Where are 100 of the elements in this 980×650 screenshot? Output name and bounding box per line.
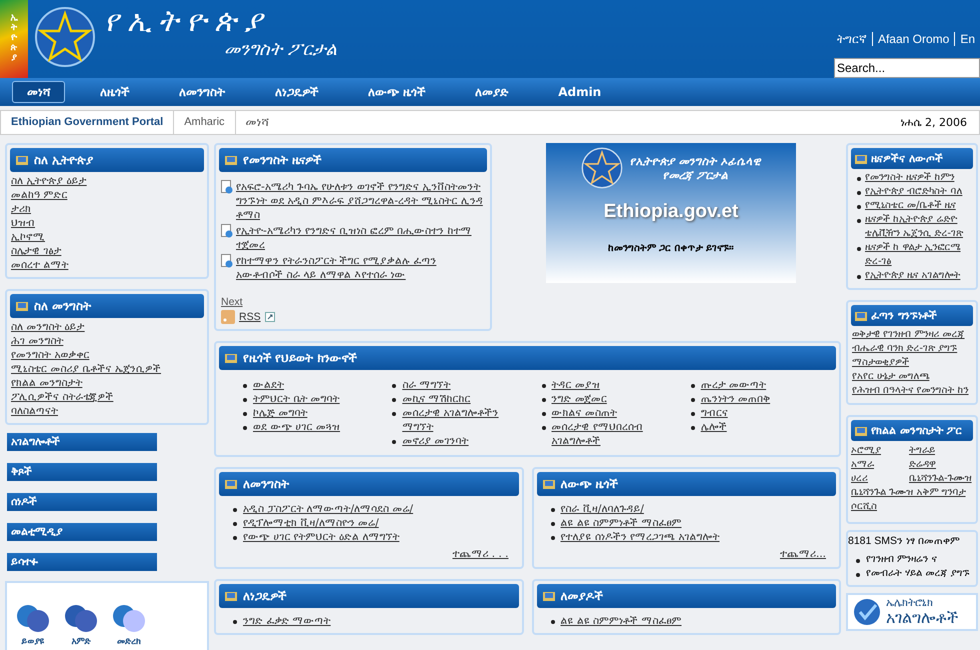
quick-link[interactable]: ማስታወቂያዎች <box>852 356 973 370</box>
bullet-icon <box>550 508 554 512</box>
life-event-link[interactable]: ንግድ መጀመር <box>552 392 607 406</box>
menu-item[interactable]: ቅጾች <box>7 463 157 481</box>
nav-tab[interactable]: ለውጭ ዜጎች <box>353 81 440 103</box>
region-link[interactable]: ቤኒሻንጉል-ጉሙዝ <box>909 473 972 484</box>
life-event-link[interactable]: ኮሌጅ መግባት <box>253 406 308 420</box>
news-source-link[interactable]: የሚኒስቴር መ/ቤቶች ዜና <box>865 199 956 213</box>
quick-link[interactable]: የአየር ሁኔታ መግለጫ <box>852 370 973 384</box>
menu-item[interactable]: አገልግሎቶች <box>7 433 157 451</box>
news-link[interactable]: የአፍሮ-አሜሪካ ጉባኤ የሁለቱን ወገኖች የንግድና ኢንቨስትመንት ግንኙነት ወደ አዲስ ምእራፍ ያሸጋግረዋል-ረዳት ሚኒስትር ሊንዳ ቶማስ <box>236 180 485 222</box>
nav-tab[interactable]: ለመያድ <box>460 81 524 103</box>
folder-icon <box>16 154 28 166</box>
speech-bubbles-icon <box>111 603 147 635</box>
life-event-link[interactable]: ትዳር መያዝ <box>552 378 600 392</box>
sidebar-link[interactable]: ስለ ኢትዮጵያ ዕይታ <box>11 174 204 188</box>
news-source-link[interactable]: የኢትዮጵያ ዜና አገልግሎት <box>865 269 960 283</box>
nav-tab[interactable]: ለመንግስት <box>164 81 240 103</box>
section-link[interactable]: የውጭ ሀገር የትምህርት ዕድል ለማግኘት <box>243 530 400 544</box>
document-icon <box>221 224 233 238</box>
news-source-link[interactable]: የኢትዮጵያ ብሮድካስት ባለ <box>865 185 962 199</box>
bullet-icon <box>550 620 554 624</box>
emblem-check-icon <box>852 597 882 627</box>
menu-item[interactable]: መልቲሚዲያ <box>7 523 157 541</box>
folder-icon <box>225 154 237 166</box>
section-link[interactable]: ልዩ ልዩ ስምምነቶች ማስፈፀም <box>560 614 682 628</box>
sidebar-link[interactable]: ሚኒስቴር መስሪያ ቤቶችና ኤጀንሲዎች <box>11 362 204 376</box>
life-event-link[interactable]: ውክልና መስጠት <box>552 406 617 420</box>
news-source-link[interactable]: ዜናዎች ከኢትዮጵያ ሬድዮ ቴሌቪዥን ኤጀንሲ ድረ-ገጽ <box>865 213 963 241</box>
breadcrumb-link[interactable]: Amharic <box>174 111 236 134</box>
section-link[interactable]: የዲፕሎማቲክ ቪዛ/ለማስዮን መሬ/ <box>243 516 379 530</box>
news-link[interactable]: የከተማዋን የትራንስፖርት ችግር የሚያቃልሉ ፈጣን አውቶብሶች ስራ ላይ ለማዋል እየተሰራ ነው <box>236 254 485 282</box>
life-event-link[interactable]: ጤንነትን መጠበቅ <box>700 392 770 406</box>
region-link[interactable]: ድሬዳዋ <box>909 459 936 470</box>
language-link[interactable]: ትግርኛ <box>832 32 872 46</box>
menu-item[interactable]: ይሳተፉ <box>7 553 157 571</box>
language-link[interactable]: En <box>954 32 980 46</box>
nav-tab[interactable]: Admin <box>543 81 616 103</box>
sidebar-link[interactable]: መልከዓ ምድር <box>11 188 204 202</box>
forum-link[interactable]: አምድ <box>63 603 99 647</box>
sidebar-link[interactable]: ስለ መንግስት ዕይታ <box>11 320 204 334</box>
sidebar-link[interactable]: ህዝብ <box>11 216 204 230</box>
life-event-link[interactable]: መሰረታዊ አገልግሎቶችን ማግኘት <box>402 406 528 434</box>
sidebar-link[interactable]: የክልል መንግስታት <box>11 376 204 390</box>
bullet-icon <box>550 536 554 540</box>
search-field[interactable]: Search... <box>834 58 980 78</box>
life-event-link[interactable]: ስራ ማግኘት <box>402 378 451 392</box>
news-source-link[interactable]: የመንግስት ዜናዎች ከምን <box>865 171 954 185</box>
breadcrumb-link[interactable]: መነሻ <box>236 111 279 134</box>
nav-tab[interactable]: ለነጋዴዎች <box>260 81 333 103</box>
sidebar-link[interactable]: የመንግስት አወቃቀር <box>11 348 204 362</box>
life-event-link[interactable]: ወደ ውጭ ሀገር መጓዝ <box>253 420 340 434</box>
sidebar-link[interactable]: ታሪክ <box>11 202 204 216</box>
forum-link[interactable]: ይወያዩ <box>15 603 51 647</box>
breadcrumb-link[interactable]: Ethiopian Government Portal <box>1 111 174 134</box>
life-event-link[interactable]: መኖሪያ መገንባት <box>402 434 469 448</box>
site-title: የኢትዮጵያ <box>104 4 271 39</box>
region-link[interactable]: ቤኒሻንጉል ጉሙዝ አቅም ግንባታ <box>851 487 966 498</box>
quick-link[interactable]: ብሔራዊ ባንክ ድረ-ገጽ ያግኙ <box>852 342 973 356</box>
section-link[interactable]: የተለያዩ ሰነዶችን የማረጋገጫ አገልግሎት <box>560 530 720 544</box>
document-icon <box>221 254 233 268</box>
region-link[interactable]: ትግራይ <box>909 445 935 456</box>
more-link[interactable]: ተጨማሪ... <box>780 548 826 560</box>
sidebar-link[interactable]: ስሌታዊ ገፅታ <box>11 244 204 258</box>
region-link[interactable]: ሀረሪ <box>851 473 868 484</box>
region-link[interactable]: አማራ <box>851 459 874 470</box>
bullet-icon <box>856 559 860 563</box>
life-event-link[interactable]: ውልደት <box>253 378 284 392</box>
life-event-link[interactable]: ግብርና <box>700 406 728 420</box>
life-event-link[interactable]: ሌሎች <box>700 420 727 434</box>
section-link[interactable]: የስራ ቪዛ/ለባለጉዳይ/ <box>560 502 644 516</box>
nav-tab[interactable]: ለዜጎች <box>85 81 144 103</box>
sidebar-link[interactable]: መሰረተ ልማት <box>11 258 204 272</box>
section-link[interactable]: አዲስ ፓስፖርት ለማውጣት/ለማሳደስ መሬ/ <box>243 502 414 516</box>
life-event-link[interactable]: ጡረታ መውጣት <box>700 378 766 392</box>
menu-item[interactable]: ሰነዶች <box>7 493 157 511</box>
region-link[interactable]: ኦሮሚያ <box>851 445 881 456</box>
quick-link[interactable]: ወቅታዊ የገንዘብ ምንዛሪ መረጃ <box>852 328 973 342</box>
sidebar-link[interactable]: ሕገ መንግስት <box>11 334 204 348</box>
news-source-link[interactable]: ዜናዎች ከ ዋልታ ኢንፎርሜ ድረ-ገፅ <box>865 241 961 269</box>
more-link[interactable]: ተጨማሪ . . . <box>452 548 508 560</box>
sidebar-link[interactable]: ኢኮኖሚ <box>11 230 204 244</box>
news-link[interactable]: የኢትዮ-አሜሪካን የንግድና ቢዝነስ ፎረም በሒውስተን ከተማ ተጀመረ <box>236 224 485 252</box>
sidebar-link[interactable]: ፖሊሲዎችና ስትራቴጂዎች <box>11 390 204 404</box>
nav-tab[interactable]: መነሻ <box>12 81 65 103</box>
quick-link[interactable]: የሕዝብ በዓላትና የመንግስት ከን <box>852 384 973 398</box>
eservices-banner[interactable]: ኤሌክትሮኒክ አገልግሎቶች <box>846 593 978 631</box>
region-link[interactable]: ሶርሺስ <box>851 501 877 512</box>
panel-title: ዜናዎችና ለውጦች <box>871 152 943 165</box>
rss-link[interactable]: RSS <box>239 311 261 323</box>
life-event-link[interactable]: መሰረታዊ የማህበረሰብ አገልግሎቶች <box>552 420 677 448</box>
forum-link[interactable]: መድረክ <box>111 603 147 647</box>
folder-icon <box>855 152 867 164</box>
section-link[interactable]: ንግድ ፈቃድ ማውጣት <box>243 614 331 628</box>
language-link[interactable]: Afaan Oromo <box>872 32 954 46</box>
section-link[interactable]: ልዩ ልዩ ስምምነቶች ማስፈፀም <box>560 516 682 530</box>
life-event-link[interactable]: ትምህርት ቤት መግባት <box>253 392 340 406</box>
sidebar-link[interactable]: ባለስልጣናት <box>11 404 204 418</box>
life-event-link[interactable]: መኪና ማሽከርከር <box>402 392 471 406</box>
next-link[interactable]: Next <box>221 296 485 308</box>
